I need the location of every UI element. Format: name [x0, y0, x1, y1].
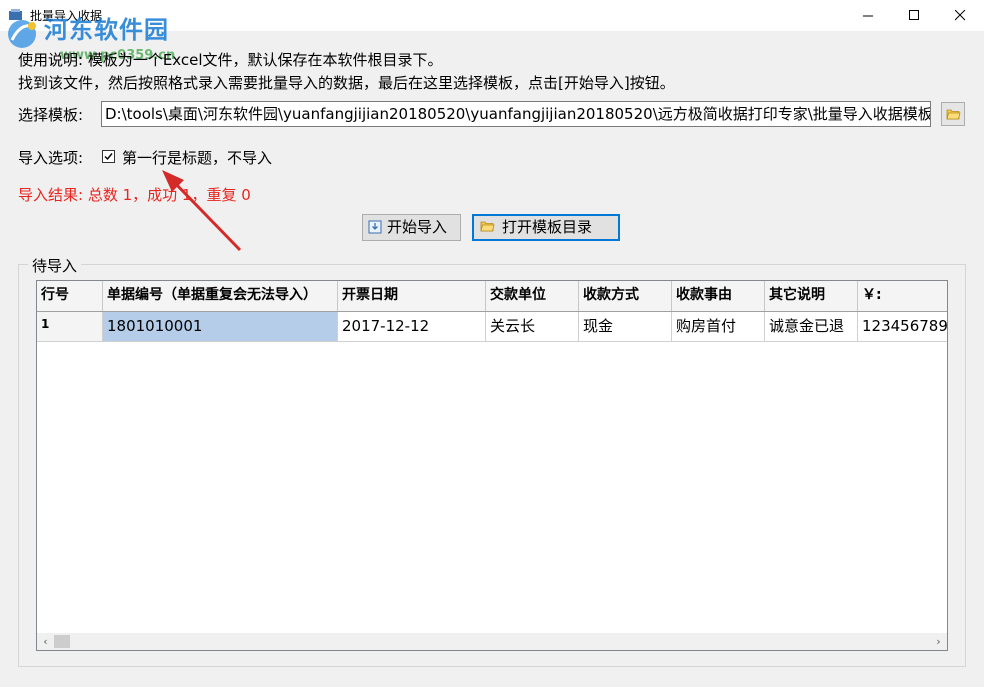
annotation-arrow-icon [162, 170, 242, 252]
